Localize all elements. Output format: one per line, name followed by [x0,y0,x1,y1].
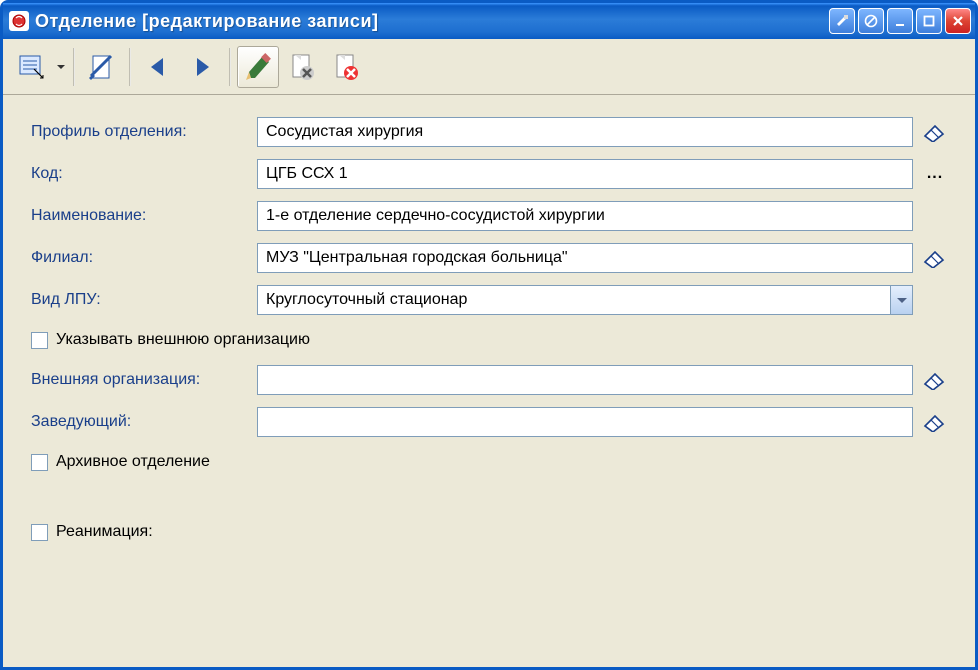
row-head: Заведующий: [29,407,949,437]
label-code: Код: [29,165,257,183]
titlebar: Отделение [редактирование записи] [3,3,975,39]
toolbar-separator [73,48,75,86]
input-branch[interactable] [257,243,913,273]
clear-external-org-button[interactable] [921,366,949,394]
label-archive-check: Архивное отделение [56,453,210,471]
titlebar-controls [829,8,971,34]
input-profile[interactable] [257,117,913,147]
list-view-dropdown[interactable] [55,46,67,88]
chevron-down-icon[interactable] [890,286,912,314]
pencil-button[interactable] [237,46,279,88]
app-icon [9,11,29,31]
list-view-button[interactable] [11,46,53,88]
label-reanimation-check: Реанимация: [56,523,153,541]
row-external-org-check: Указывать внешнюю организацию [29,327,949,353]
input-head[interactable] [257,407,913,437]
window-title: Отделение [редактирование записи] [35,11,829,32]
checkbox-reanimation[interactable] [31,524,48,541]
clear-head-button[interactable] [921,408,949,436]
label-external-org-check: Указывать внешнюю организацию [56,331,310,349]
help-button[interactable] [858,8,884,34]
nav-forward-button[interactable] [181,46,223,88]
label-head: Заведующий: [29,413,257,431]
doc-cancel-button[interactable] [325,46,367,88]
select-lpu-type-value: Круглосуточный стационар [258,286,890,314]
form-area: Профиль отделения: Код: ... Наименование… [3,95,975,667]
minimize-button[interactable] [887,8,913,34]
lookup-code-button[interactable]: ... [921,160,949,188]
row-code: Код: ... [29,159,949,189]
label-profile: Профиль отделения: [29,123,257,141]
gap [29,487,949,519]
select-lpu-type[interactable]: Круглосуточный стационар [257,285,913,315]
row-name: Наименование: [29,201,949,231]
row-lpu-type: Вид ЛПУ: Круглосуточный стационар [29,285,949,315]
maximize-button[interactable] [916,8,942,34]
window: Отделение [редактирование записи] [0,0,978,670]
tool-button[interactable] [829,8,855,34]
toolbar [3,39,975,95]
close-button[interactable] [945,8,971,34]
edit-doc-button[interactable] [81,46,123,88]
label-external-org: Внешняя организация: [29,371,257,389]
clear-branch-button[interactable] [921,244,949,272]
row-profile: Профиль отделения: [29,117,949,147]
row-branch: Филиал: [29,243,949,273]
row-external-org: Внешняя организация: [29,365,949,395]
nav-back-button[interactable] [137,46,179,88]
row-archive-check: Архивное отделение [29,449,949,475]
checkbox-archive[interactable] [31,454,48,471]
label-lpu-type: Вид ЛПУ: [29,291,257,309]
form-panel: Профиль отделения: Код: ... Наименование… [19,107,959,563]
toolbar-separator [129,48,131,86]
checkbox-external-org[interactable] [31,332,48,349]
label-name: Наименование: [29,207,257,225]
label-branch: Филиал: [29,249,257,267]
toolbar-separator [229,48,231,86]
input-code[interactable] [257,159,913,189]
input-name[interactable] [257,201,913,231]
clear-profile-button[interactable] [921,118,949,146]
doc-delete-button[interactable] [281,46,323,88]
input-external-org[interactable] [257,365,913,395]
row-reanimation-check: Реанимация: [29,519,949,545]
